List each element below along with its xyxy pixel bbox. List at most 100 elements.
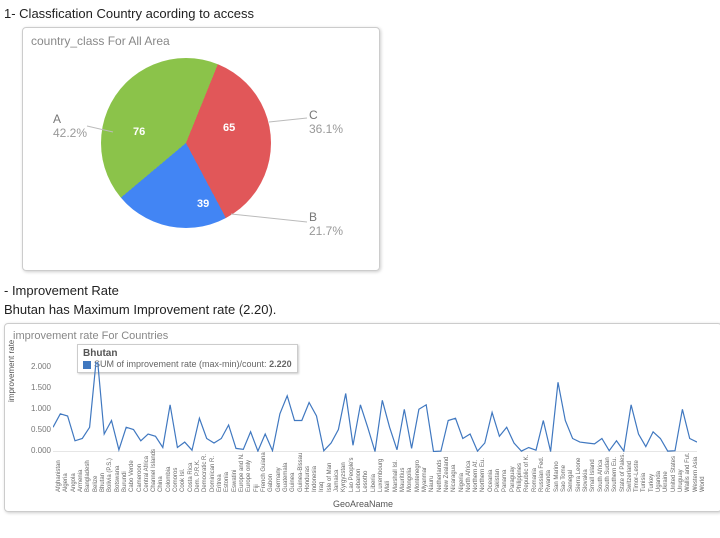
x-tick: Colombia [166,467,172,492]
x-tick: Indonesia [312,466,318,492]
x-tick: Timor-Leste [634,460,640,492]
x-tick: Mali [385,481,391,492]
line-chart-title: improvement rate For Countries [13,330,713,342]
y-tick: 0.500 [27,425,51,434]
x-tick: Uganda [656,471,662,492]
pie-chart-card: country_class For All Area 76 65 39 A 42… [22,27,380,271]
x-tick: Angola [71,473,77,492]
x-tick: Wallis and Fut. [685,453,691,492]
x-tick: Democratic R. [202,454,208,492]
x-tick: Luxembourg [378,459,384,492]
x-tick: Lebanon [356,469,362,492]
x-tick: South Sudan [605,457,611,492]
x-tick: Russian Fed. [539,457,545,492]
x-tick: Sierra Leone [576,458,582,492]
x-tick: Myanmar [422,467,428,492]
x-tick: Fiji [254,484,260,492]
x-tick: Honduras [305,466,311,492]
x-tick: Slovakia [583,469,589,492]
pie-chart-title: country_class For All Area [31,34,371,48]
x-tick: Guinea [290,473,296,492]
line-y-axis: 0.000 0.500 1.000 1.500 2.000 [27,362,51,452]
x-tick: Bangladesh [85,460,91,492]
x-tick: Botswana [115,466,121,492]
y-tick: 1.000 [27,404,51,413]
section-heading-improvement: - Improvement Rate [4,283,716,298]
x-tick: Channel Islands [151,449,157,492]
x-tick: Kyrgyzstan [341,462,347,492]
x-tick: Tunisia [641,473,647,492]
line-chart-svg [53,362,697,452]
x-tick: Paraguay [510,466,516,492]
x-tick: Eritrea [217,474,223,492]
x-tick: Armenia [78,470,84,492]
x-tick: Germany [276,467,282,492]
x-tick: Central Africa [144,456,150,492]
pie-slice-value-A: 76 [133,126,145,138]
x-tick: Small Island [590,459,596,492]
y-tick: 1.500 [27,383,51,392]
x-tick: Northern Eu. [480,458,486,492]
x-tick: United States [671,456,677,492]
x-tick: Marshall Isl. [393,460,399,492]
x-tick: Turkey [649,474,655,492]
x-tick: Guatemala [283,463,289,492]
x-tick: Switzerland [627,461,633,492]
improvement-callout: Bhutan has Maximum Improvement rate (2.2… [4,302,716,317]
x-tick: World [700,476,706,492]
x-tick: Uruguay [678,469,684,492]
x-tick: Eswatini [232,470,238,492]
x-tick: Burundi [122,471,128,492]
x-tick: Sao Tome [561,465,567,492]
x-tick: Costa Rica [188,463,194,492]
x-tick: South Africa [598,460,604,492]
x-tick: Ukraine [663,471,669,492]
x-tick: Mauritius [400,468,406,492]
x-tick: Philippines [517,463,523,492]
x-tick: Cook Isl. [180,469,186,492]
x-tick: Cameroon [137,464,143,492]
x-tick: China [158,476,164,492]
x-tick: Panama [502,470,508,492]
x-tick: Lao People's [349,457,355,492]
x-tick: Pakistan [495,469,501,492]
x-tick: Western Asia [693,457,699,492]
x-tick: Isle of Man [327,463,333,492]
x-tick: Nigeria [459,473,465,492]
x-tick: Oceania [488,470,494,492]
line-y-axis-label: improvement rate [7,340,16,402]
line-chart-card: improvement rate For Countries Bhutan SU… [4,323,720,512]
x-tick: Southern Eu. [612,457,618,492]
x-tick: North Africa [466,461,472,492]
x-tick: Lesotho [363,471,369,492]
tooltip-country: Bhutan [83,348,292,359]
x-tick: Mongolia [407,468,413,492]
pie-chart-area: 76 65 39 A 42.2% C 36.1% B 21.7% [31,52,371,240]
line-x-ticks: AfghanistanAlgeriaAngolaArmeniaBanglades… [53,452,715,492]
x-tick: Cabo Verde [129,460,135,492]
x-tick: Europe and N. [239,453,245,492]
x-tick: Republic of K. [524,455,530,492]
x-tick: Bolivia (P.S.) [107,458,113,492]
x-tick: Dominican R. [210,456,216,492]
x-tick: French Guiana [261,452,267,492]
x-tick: Nicaragua [451,465,457,492]
y-tick: 2.000 [27,362,51,371]
x-tick: Comoros [173,468,179,492]
x-tick: Bhutan [100,473,106,492]
pie-chart [101,58,271,228]
x-tick: Europe only [246,460,252,492]
x-tick: Algeria [63,473,69,492]
x-tick: Montenegro [415,460,421,492]
x-tick: Iraq [319,482,325,492]
x-tick: Jamaica [334,470,340,492]
x-tick: Guinea-Bissau [298,453,304,492]
x-tick: Romania [532,468,538,492]
x-tick: Netherlands [437,460,443,492]
pie-outer-label-C: C 36.1% [309,108,343,137]
x-tick: Northern Af. [473,460,479,492]
x-tick: Liberia [371,474,377,492]
x-tick: Dem. P.R.K. [195,459,201,492]
line-x-axis-label: GeoAreaName [5,499,720,509]
x-tick: State of Pales. [620,453,626,492]
